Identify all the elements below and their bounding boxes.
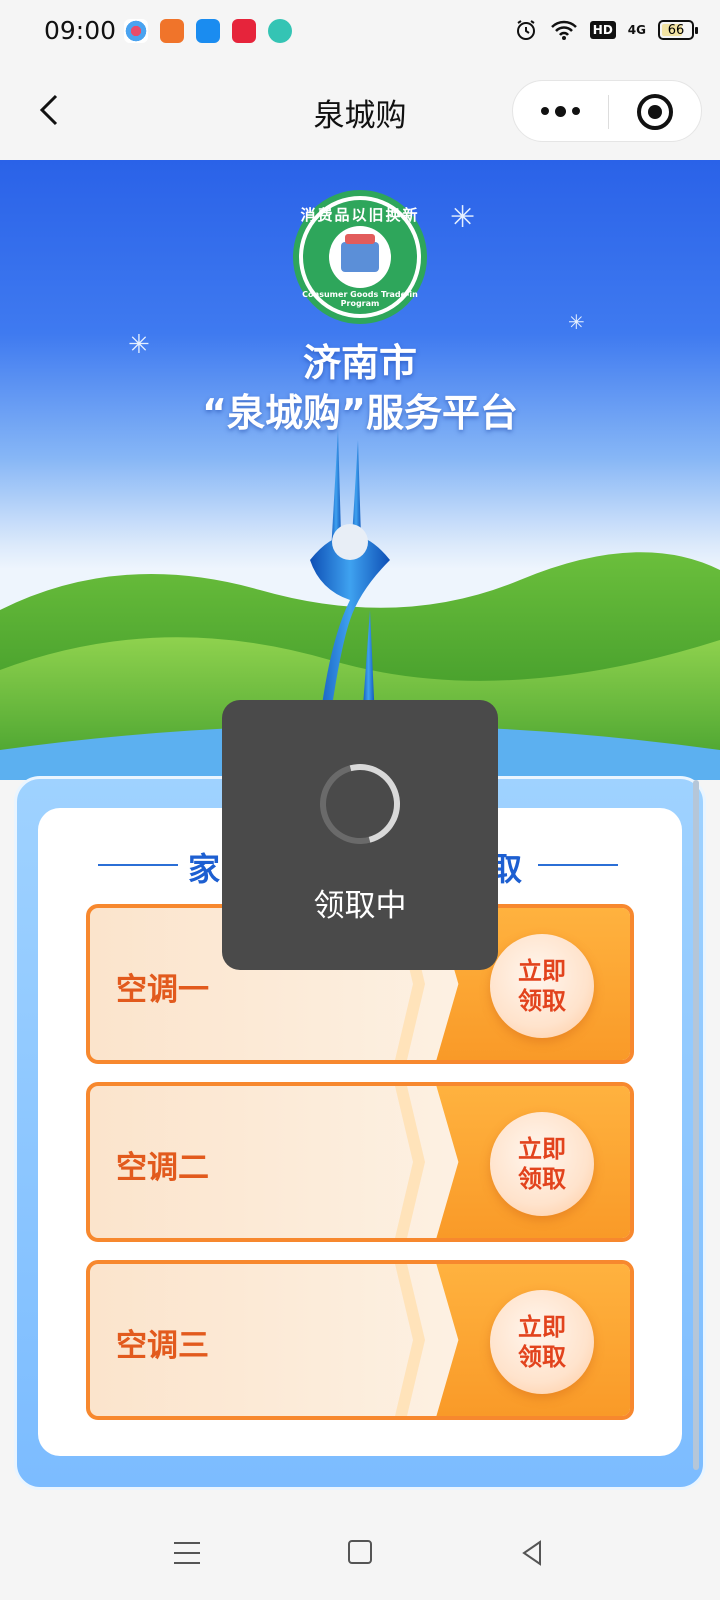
status-time: 09:00 xyxy=(44,16,117,45)
status-right: HD 4G 66 xyxy=(514,18,698,42)
claim-button[interactable]: 立即 领取 xyxy=(490,1290,594,1394)
system-back-icon[interactable] xyxy=(520,1540,544,1566)
status-app-icons xyxy=(124,19,292,43)
close-miniapp-icon[interactable] xyxy=(637,94,673,130)
wifi-icon xyxy=(550,20,577,40)
nav-bar: 泉城购 xyxy=(0,64,720,160)
hd-icon: HD xyxy=(589,21,616,39)
app-icon-5 xyxy=(268,19,292,43)
coupon-edge xyxy=(395,1086,425,1238)
recent-apps-icon[interactable] xyxy=(174,1542,200,1564)
title-line-right xyxy=(538,864,618,866)
logo-text-top: 消费品以旧换新 xyxy=(300,206,420,224)
sparkle-icon: ✳ xyxy=(450,200,476,235)
capsule-divider xyxy=(608,95,609,129)
coupon-label: 空调二 xyxy=(116,1150,209,1186)
quancheng-sculpture xyxy=(310,430,390,720)
alarm-icon xyxy=(516,20,535,40)
miniapp-capsule xyxy=(512,80,702,142)
home-icon[interactable] xyxy=(348,1540,372,1564)
app-icon-2 xyxy=(160,19,184,43)
battery-icon: 66 xyxy=(658,20,698,40)
coupon-label: 空调三 xyxy=(116,1328,209,1364)
toast-text: 领取中 xyxy=(313,888,407,924)
claim-button-line1: 立即 xyxy=(518,1135,566,1163)
coupon-edge xyxy=(395,1264,425,1416)
claim-button-line2: 领取 xyxy=(518,1343,566,1371)
trade-in-logo: 消费品以旧换新 Consumer Goods Trade-in Program xyxy=(293,190,427,324)
sparkle-icon: ✳ xyxy=(568,310,585,334)
hero-title: 济南市 xyxy=(302,341,417,385)
title-line-left xyxy=(98,864,178,866)
coupon-card: 空调二 立即 领取 xyxy=(86,1082,634,1242)
claim-button-line1: 立即 xyxy=(518,1313,566,1341)
claim-button-line2: 领取 xyxy=(518,1165,566,1193)
claim-button[interactable]: 立即 领取 xyxy=(490,1112,594,1216)
logo-text-bottom: Consumer Goods Trade-in Program xyxy=(302,290,418,308)
section-title-left: 家 xyxy=(188,850,221,888)
claim-button-line1: 立即 xyxy=(518,957,566,985)
claim-button-line2: 领取 xyxy=(518,987,566,1015)
coupon-card: 空调三 立即 领取 xyxy=(86,1260,634,1420)
system-nav-bar xyxy=(0,1512,720,1600)
loading-spinner-icon xyxy=(305,749,415,859)
scrollbar[interactable] xyxy=(693,780,699,1470)
app-icon-1 xyxy=(124,19,148,43)
battery-level: 66 xyxy=(667,22,685,38)
app-icon-3 xyxy=(196,19,220,43)
loading-toast: 领取中 xyxy=(222,700,498,970)
app-icon-4 xyxy=(232,19,256,43)
coupon-label: 空调一 xyxy=(116,972,209,1008)
status-bar: 09:00 HD 4G 66 xyxy=(0,0,720,64)
signal-icon: 4G xyxy=(627,23,646,37)
claim-button[interactable]: 立即 领取 xyxy=(490,934,594,1038)
hero-banner: ✳ ✳ ✳ 消费品以旧换新 Consumer Goods Trade-in Pr… xyxy=(0,160,720,780)
more-icon[interactable] xyxy=(541,99,603,123)
